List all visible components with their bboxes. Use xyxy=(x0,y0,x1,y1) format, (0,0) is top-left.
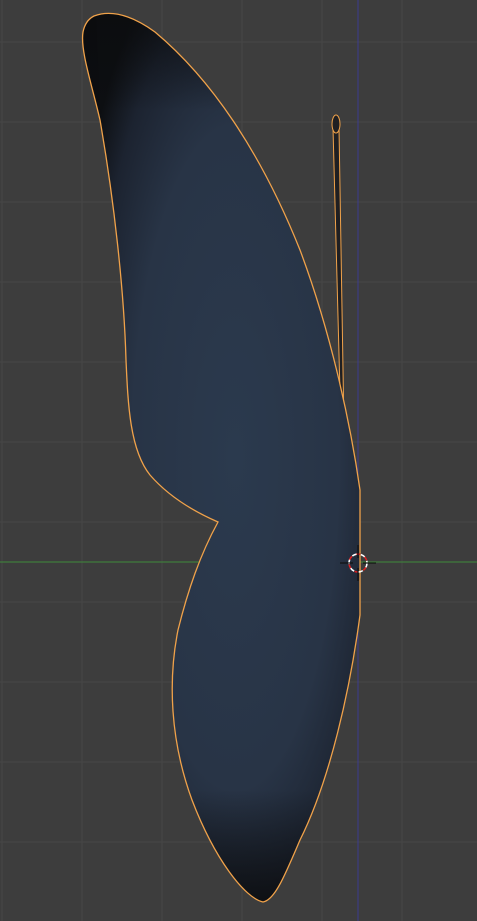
butterfly-wing-mesh[interactable] xyxy=(60,0,380,921)
viewport-canvas[interactable] xyxy=(0,0,477,921)
3d-viewport[interactable] xyxy=(0,0,477,921)
